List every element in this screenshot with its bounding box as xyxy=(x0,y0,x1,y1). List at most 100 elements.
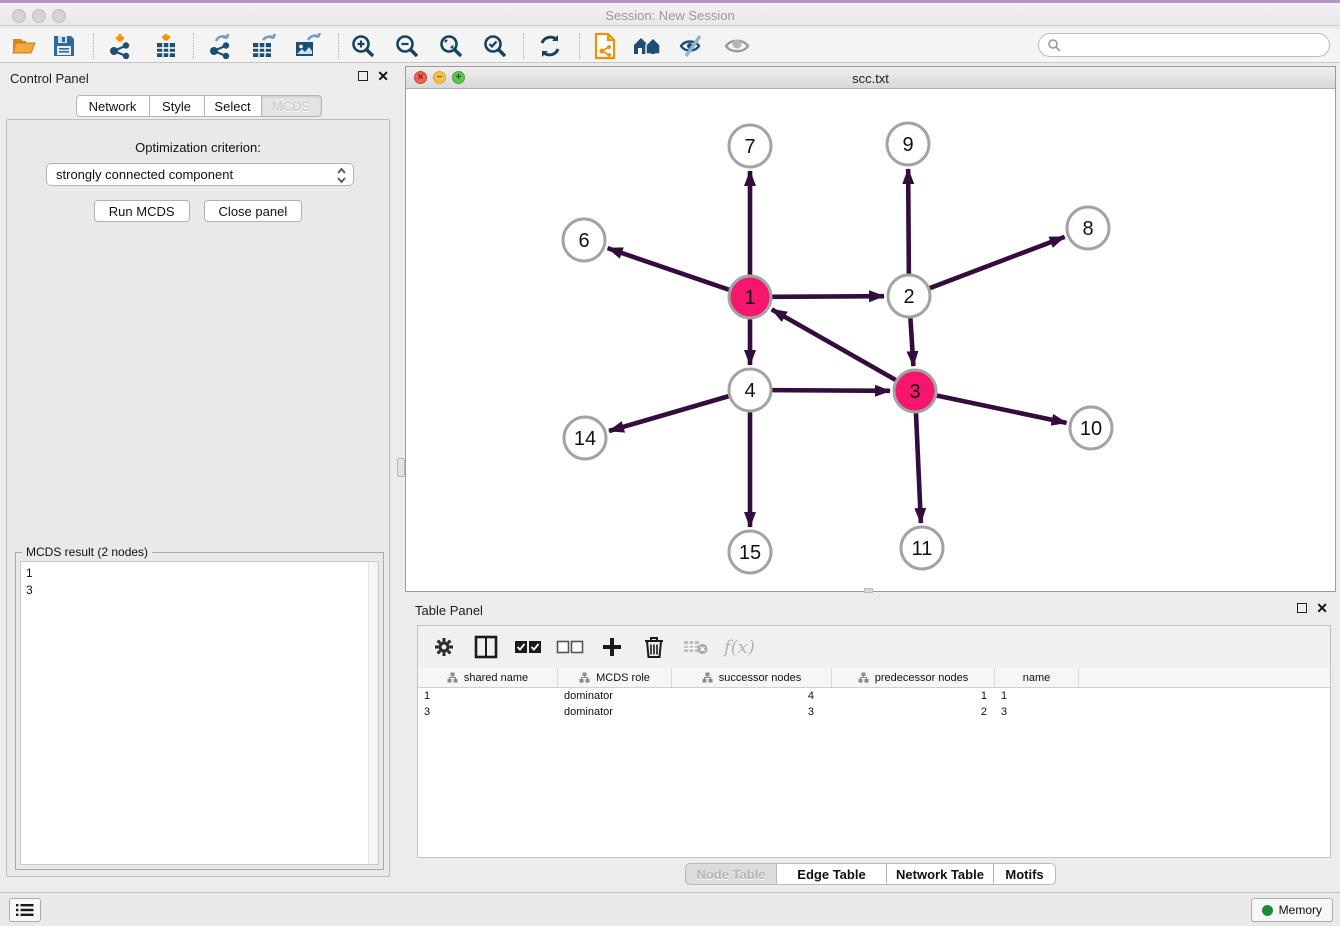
control-panel-close-icon[interactable]: ✕ xyxy=(377,71,389,81)
birdseye-view-icon[interactable] xyxy=(633,32,663,60)
tab-motifs[interactable]: Motifs xyxy=(994,863,1056,885)
column-header-predecessor-nodes[interactable]: predecessor nodes xyxy=(832,668,995,687)
run-mcds-button[interactable]: Run MCDS xyxy=(94,200,190,222)
delete-column-icon[interactable] xyxy=(640,633,668,661)
table-cell[interactable]: 2 xyxy=(832,704,995,720)
graph-node-11[interactable]: 11 xyxy=(901,527,943,569)
select-all-icon[interactable] xyxy=(514,633,542,661)
graph-node-2[interactable]: 2 xyxy=(888,275,930,317)
svg-text:8: 8 xyxy=(1082,218,1093,240)
hide-panels-icon[interactable] xyxy=(677,32,707,60)
tab-edge-table[interactable]: Edge Table xyxy=(777,863,887,885)
apply-layout-icon[interactable] xyxy=(535,32,565,60)
window-titlebar: Session: New Session xyxy=(0,0,1340,26)
svg-text:15: 15 xyxy=(739,542,761,564)
column-tree-icon xyxy=(702,672,713,683)
edge-4-14[interactable] xyxy=(609,396,729,431)
edge-4-3[interactable] xyxy=(772,390,890,391)
zoom-selected-icon[interactable] xyxy=(480,32,510,60)
deselect-all-icon[interactable] xyxy=(556,633,584,661)
add-column-icon[interactable] xyxy=(598,633,626,661)
open-session-icon[interactable] xyxy=(9,32,39,60)
table-panel-close-icon[interactable]: ✕ xyxy=(1316,603,1328,613)
graph-node-14[interactable]: 14 xyxy=(564,417,606,459)
new-network-from-selection-icon[interactable] xyxy=(590,32,620,60)
graph-node-10[interactable]: 10 xyxy=(1070,407,1112,449)
table-cell[interactable]: 3 xyxy=(995,704,1079,720)
tab-style[interactable]: Style xyxy=(150,95,205,117)
optimization-criterion-label: Optimization criterion: xyxy=(7,140,389,155)
memory-label: Memory xyxy=(1279,903,1322,917)
graph-node-7[interactable]: 7 xyxy=(729,125,771,167)
table-cell[interactable]: 4 xyxy=(672,688,832,704)
column-header-shared-name[interactable]: shared name xyxy=(418,668,558,687)
node-table: shared nameMCDS rolesuccessor nodesprede… xyxy=(418,668,1330,857)
import-network-icon[interactable] xyxy=(106,32,136,60)
network-frame-titlebar[interactable]: × − + scc.txt xyxy=(406,67,1335,89)
table-panel-float-icon[interactable] xyxy=(1297,603,1307,613)
show-columns-icon[interactable] xyxy=(472,633,500,661)
edge-1-2[interactable] xyxy=(772,296,884,297)
tab-network-table[interactable]: Network Table xyxy=(887,863,994,885)
graph-node-15[interactable]: 15 xyxy=(729,531,771,573)
save-session-icon[interactable] xyxy=(49,32,79,60)
edge-3-11[interactable] xyxy=(916,413,921,523)
table-row[interactable]: 3dominator323 xyxy=(418,704,1330,720)
table-settings-icon[interactable] xyxy=(430,633,458,661)
memory-button[interactable]: Memory xyxy=(1251,898,1333,922)
search-input[interactable] xyxy=(1038,33,1330,57)
edge-2-3[interactable] xyxy=(910,318,913,366)
edge-1-6[interactable] xyxy=(608,248,730,290)
graph-node-1[interactable]: 1 xyxy=(729,276,771,318)
table-cell[interactable]: 3 xyxy=(418,704,558,720)
graph-node-8[interactable]: 8 xyxy=(1067,207,1109,249)
window-title: Session: New Session xyxy=(0,8,1340,23)
column-header-successor-nodes[interactable]: successor nodes xyxy=(672,668,832,687)
mcds-result-group: MCDS result (2 nodes) 13 xyxy=(15,552,384,870)
zoom-in-icon[interactable] xyxy=(348,32,378,60)
tab-mcds[interactable]: MCDS xyxy=(262,95,322,117)
close-panel-button[interactable]: Close panel xyxy=(204,200,303,222)
edge-3-10[interactable] xyxy=(937,396,1067,423)
mcds-result-scrollbar[interactable] xyxy=(368,562,378,864)
network-canvas[interactable]: 7 9 6 8 1 2 4 3 14 10 15 11 xyxy=(406,89,1335,591)
edge-2-9[interactable] xyxy=(908,169,909,274)
graph-node-3[interactable]: 3 xyxy=(894,370,936,412)
column-header-name[interactable]: name xyxy=(995,668,1079,687)
table-cell[interactable]: 1 xyxy=(832,688,995,704)
memory-status-icon xyxy=(1262,905,1273,916)
table-cell[interactable]: dominator xyxy=(558,688,672,704)
svg-text:6: 6 xyxy=(578,230,589,252)
graph-node-4[interactable]: 4 xyxy=(729,369,771,411)
control-panel-float-icon[interactable] xyxy=(358,71,368,81)
export-table-icon[interactable] xyxy=(249,32,279,60)
graph-node-6[interactable]: 6 xyxy=(563,219,605,261)
table-cell[interactable]: dominator xyxy=(558,704,672,720)
tab-network[interactable]: Network xyxy=(76,95,150,117)
export-image-icon[interactable] xyxy=(292,32,322,60)
graph-node-9[interactable]: 9 xyxy=(887,123,929,165)
tab-node-table[interactable]: Node Table xyxy=(685,863,777,885)
table-cell[interactable]: 1 xyxy=(995,688,1079,704)
import-table-icon[interactable] xyxy=(151,32,181,60)
mcds-result-title: MCDS result (2 nodes) xyxy=(22,545,152,559)
zoom-fit-icon[interactable] xyxy=(436,32,466,60)
zoom-out-icon[interactable] xyxy=(392,32,422,60)
mcds-result-text[interactable]: 13 xyxy=(20,561,379,865)
edge-2-8[interactable] xyxy=(930,237,1065,288)
column-header-MCDS-role[interactable]: MCDS role xyxy=(558,668,672,687)
search-field[interactable] xyxy=(1061,38,1329,52)
table-row[interactable]: 1dominator411 xyxy=(418,688,1330,704)
tab-select[interactable]: Select xyxy=(205,95,262,117)
task-history-button[interactable] xyxy=(9,898,41,922)
optimization-criterion-dropdown[interactable]: strongly connected component xyxy=(46,163,354,186)
network-view-frame: × − + scc.txt 7 9 6 8 1 2 4 3 14 10 15 11 xyxy=(405,66,1336,592)
table-cell[interactable]: 3 xyxy=(672,704,832,720)
panel-splitter-handle[interactable] xyxy=(397,458,405,477)
frame-resize-handle[interactable] xyxy=(864,588,873,593)
table-cell[interactable]: 1 xyxy=(418,688,558,704)
export-network-icon[interactable] xyxy=(206,32,236,60)
edge-3-1[interactable] xyxy=(772,309,896,380)
mcds-result-line: 3 xyxy=(26,582,373,599)
svg-text:2: 2 xyxy=(903,286,914,308)
